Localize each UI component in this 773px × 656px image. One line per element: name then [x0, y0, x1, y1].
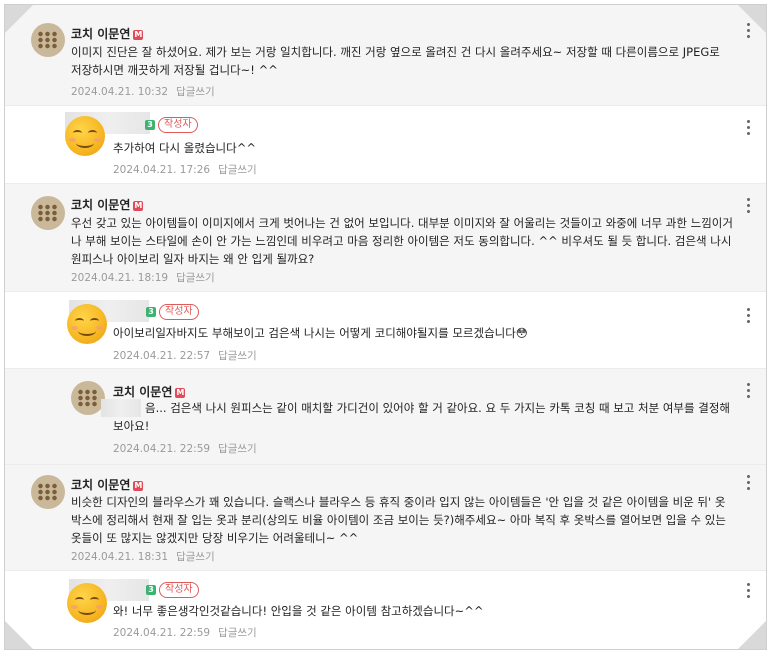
comment-text: 와! 너무 좋은생각인것같습니다! 안입을 것 같은 아이템 참고하겠습니다~^… [113, 604, 484, 618]
corner-decoration [5, 621, 33, 649]
manager-badge: M [175, 388, 186, 398]
comment-meta: 2024.04.21. 10:32 답글쓰기 [71, 84, 215, 99]
comment-meta: 2024.04.21. 18:19 답글쓰기 [71, 270, 215, 285]
avatar[interactable] [65, 116, 105, 156]
comment-meta: 2024.04.21. 22:59 답글쓰기 [113, 441, 257, 456]
avatar[interactable] [71, 381, 105, 415]
comment-date: 2024.04.21. 18:31 [71, 551, 169, 563]
author-name[interactable]: 코치 이문연 M [113, 383, 186, 400]
reply-link[interactable]: 답글쓰기 [176, 551, 215, 563]
comment-date: 2024.04.21. 10:32 [71, 86, 169, 98]
author-name[interactable]: 코치 이문연 M [71, 25, 144, 42]
comment-text: 음... 검은색 나시 원피스는 같이 매치할 가디건이 있어야 할 거 같아요… [113, 401, 730, 433]
comment-date: 2024.04.21. 18:19 [71, 272, 169, 284]
author-name[interactable]: 코치 이문연 M [71, 196, 144, 213]
manager-badge: M [133, 30, 144, 40]
more-options-icon[interactable] [747, 120, 751, 136]
corner-decoration [738, 621, 766, 649]
author-badge: 작성자 [159, 582, 199, 598]
level-badge: 3 [146, 307, 156, 317]
comment-item: 3 작성자 와! 너무 좋은생각인것같습니다! 안입을 것 같은 아이템 참고하… [5, 571, 766, 649]
manager-badge: M [133, 201, 144, 211]
reply-link[interactable]: 답글쓰기 [218, 443, 257, 455]
more-options-icon[interactable] [747, 198, 751, 214]
comment-thread: 코치 이문연 M 이미지 진단은 잘 하셨어요. 제가 보는 거랑 일치합니다. … [4, 4, 767, 650]
comment-text: 추가하여 다시 올렸습니다^^ [113, 141, 256, 155]
manager-badge: M [133, 481, 144, 491]
comment-date: 2024.04.21. 22:59 [113, 627, 211, 639]
avatar[interactable] [67, 583, 107, 623]
comment-meta: 2024.04.21. 17:26 답글쓰기 [113, 162, 257, 177]
avatar[interactable] [31, 475, 65, 509]
author-name[interactable]: 코치 이문연 M [71, 476, 144, 493]
level-badge: 3 [145, 120, 155, 130]
avatar[interactable] [31, 196, 65, 230]
level-badge: 3 [146, 585, 156, 595]
comment-item: 코치 이문연 M 음... 검은색 나시 원피스는 같이 매치할 가디건이 있어야… [5, 369, 766, 465]
more-options-icon[interactable] [747, 475, 751, 491]
comment-text: 비슷한 디자인의 블라우스가 꽤 있습니다. 슬랙스나 블라우스 등 휴직 중이… [71, 495, 726, 545]
comment-item: 코치 이문연 M 이미지 진단은 잘 하셨어요. 제가 보는 거랑 일치합니다. … [5, 5, 766, 106]
comment-meta: 2024.04.21. 18:31 답글쓰기 [71, 549, 215, 564]
comment-meta: 2024.04.21. 22:57 답글쓰기 [113, 348, 257, 363]
comment-meta: 2024.04.21. 22:59 답글쓰기 [113, 625, 257, 640]
comment-item: 코치 이문연 M 비슷한 디자인의 블라우스가 꽤 있습니다. 슬랙스나 블라우스… [5, 465, 766, 571]
more-options-icon[interactable] [747, 383, 751, 399]
more-options-icon[interactable] [747, 583, 751, 599]
more-options-icon[interactable] [747, 308, 751, 324]
reply-link[interactable]: 답글쓰기 [176, 272, 215, 284]
comment-date: 2024.04.21. 22:57 [113, 350, 211, 362]
comment-date: 2024.04.21. 22:59 [113, 443, 211, 455]
comment-date: 2024.04.21. 17:26 [113, 164, 211, 176]
comment-item: 3 작성자 추가하여 다시 올렸습니다^^ 2024.04.21. 17:26 답… [5, 106, 766, 184]
comment-item: 코치 이문연 M 우선 갖고 있는 아이템들이 이미지에서 크게 벗어나는 건 없… [5, 184, 766, 292]
comment-text: 이미지 진단은 잘 하셨어요. 제가 보는 거랑 일치합니다. 깨진 거랑 옆으… [71, 45, 720, 77]
reply-link[interactable]: 답글쓰기 [218, 164, 257, 176]
author-badge: 작성자 [158, 117, 198, 133]
reply-link[interactable]: 답글쓰기 [218, 350, 257, 362]
reply-link[interactable]: 답글쓰기 [218, 627, 257, 639]
avatar[interactable] [31, 23, 65, 57]
corner-decoration [5, 5, 33, 33]
reply-link[interactable]: 답글쓰기 [176, 86, 215, 98]
comment-text: 아이보리일자바지도 부해보이고 검은색 나시는 어떻게 코디해야될지를 모르겠습… [113, 326, 528, 340]
comment-item: 3 작성자 아이보리일자바지도 부해보이고 검은색 나시는 어떻게 코디해야될지… [5, 292, 766, 369]
avatar[interactable] [67, 304, 107, 344]
comment-text: 우선 갖고 있는 아이템들이 이미지에서 크게 벗어나는 건 없어 보입니다. … [71, 216, 733, 266]
author-badge: 작성자 [159, 304, 199, 320]
corner-decoration [738, 5, 766, 33]
